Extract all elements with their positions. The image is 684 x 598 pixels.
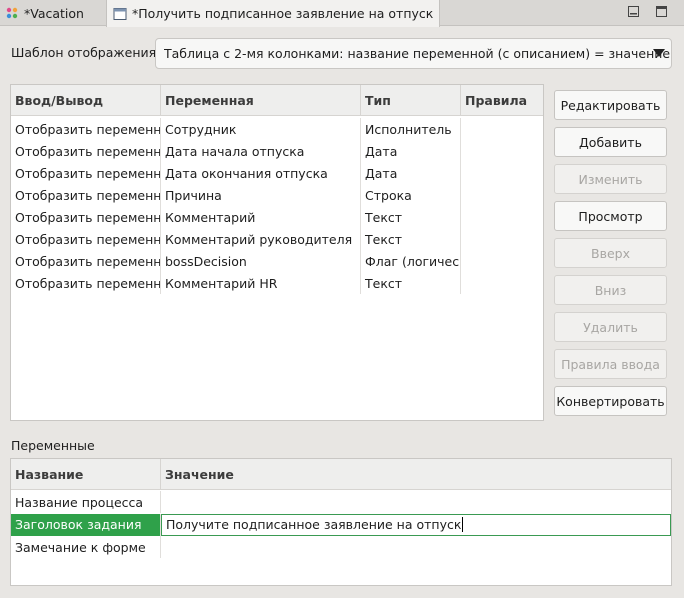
cell-io: Отобразить переменную (11, 118, 161, 140)
table-row[interactable]: Отобразить переменнуюКомментарийТекст (11, 206, 543, 228)
convert-button[interactable]: Конвертировать (554, 386, 667, 416)
move-down-button[interactable]: Вниз (554, 275, 667, 305)
move-up-button[interactable]: Вверх (554, 238, 667, 268)
column-header-io[interactable]: Ввод/Вывод (11, 85, 161, 116)
column-header-value[interactable]: Значение (161, 459, 671, 490)
editor-tab-strip: *Vacation *Получить подписанное заявлени… (0, 0, 684, 27)
cell-variable: Комментарий руководителя (161, 228, 361, 250)
cell-type: Дата (361, 140, 461, 162)
input-rules-button[interactable]: Правила ввода (554, 349, 667, 379)
tab-vacation[interactable]: *Vacation (0, 0, 106, 26)
template-label: Шаблон отображения (11, 45, 157, 60)
maximize-icon[interactable] (655, 5, 668, 18)
cell-io: Отобразить переменную (11, 140, 161, 162)
cell-type: Дата (361, 162, 461, 184)
tab-form-editor[interactable]: *Получить подписанное заявление на отпус… (106, 0, 440, 27)
cell-type: Текст (361, 206, 461, 228)
column-header-rules[interactable]: Правила (461, 85, 543, 116)
delete-button[interactable]: Удалить (554, 312, 667, 342)
preview-button[interactable]: Просмотр (554, 201, 667, 231)
cell-variable: Сотрудник (161, 118, 361, 140)
column-header-name[interactable]: Название (11, 459, 161, 490)
tab-label: *Получить подписанное заявление на отпус… (132, 6, 434, 21)
cell-variable: Причина (161, 184, 361, 206)
cell-name: Название процесса (11, 491, 161, 513)
minimize-icon[interactable] (627, 5, 640, 18)
change-button[interactable]: Изменить (554, 164, 667, 194)
table-header: Ввод/Вывод Переменная Тип Правила (11, 85, 543, 116)
add-button[interactable]: Добавить (554, 127, 667, 157)
cell-variable: Дата начала отпуска (161, 140, 361, 162)
form-variables-table: Ввод/Вывод Переменная Тип Правила Отобра… (10, 84, 544, 421)
tab-label: *Vacation (24, 5, 84, 21)
template-select[interactable]: Таблица с 2-мя колонками: название перем… (155, 38, 672, 69)
cell-io: Отобразить переменную (11, 272, 161, 294)
table-row[interactable]: Отобразить переменнуюДата окончания отпу… (11, 162, 543, 184)
variables-section-label: Переменные (11, 438, 95, 453)
cell-rules (461, 206, 543, 228)
column-header-variable[interactable]: Переменная (161, 85, 361, 116)
chevron-down-icon (653, 49, 665, 57)
table-row[interactable]: Отобразить переменнуюДата начала отпуска… (11, 140, 543, 162)
cell-type: Текст (361, 228, 461, 250)
cell-name: Заголовок задания (11, 513, 161, 536)
table-row[interactable]: Заголовок задания Получите подписанное за… (11, 513, 671, 536)
text-caret (462, 517, 464, 532)
column-header-type[interactable]: Тип (361, 85, 461, 116)
value-text: Получите подписанное заявление на отпуск (166, 517, 462, 532)
table-row[interactable]: Отобразить переменнуюКомментарий руковод… (11, 228, 543, 250)
form-icon (113, 7, 127, 20)
cell-type: Исполнитель (361, 118, 461, 140)
table-header: Название Значение (11, 459, 671, 490)
table-row[interactable]: Отобразить переменнуюКомментарий HRТекст (11, 272, 543, 294)
cell-type: Текст (361, 272, 461, 294)
cell-variable: Комментарий (161, 206, 361, 228)
form-properties-table: Название Значение Название процесса Загол… (10, 458, 672, 586)
cell-rules (461, 228, 543, 250)
cell-name: Замечание к форме (11, 536, 161, 558)
edit-button[interactable]: Редактировать (554, 90, 667, 120)
process-icon (6, 7, 18, 19)
cell-value[interactable] (161, 491, 671, 513)
cell-rules (461, 118, 543, 140)
cell-io: Отобразить переменную (11, 184, 161, 206)
cell-rules (461, 272, 543, 294)
table-row[interactable]: Отобразить переменнуюСотрудникИсполнител… (11, 118, 543, 140)
cell-type: Строка (361, 184, 461, 206)
cell-io: Отобразить переменную (11, 228, 161, 250)
cell-rules (461, 140, 543, 162)
table-row[interactable]: Отобразить переменнуюbossDecisionФлаг (л… (11, 250, 543, 272)
cell-variable: bossDecision (161, 250, 361, 272)
cell-io: Отобразить переменную (11, 250, 161, 272)
template-selected-value: Таблица с 2-мя колонками: название перем… (164, 46, 671, 61)
cell-rules (461, 184, 543, 206)
cell-rules (461, 162, 543, 184)
cell-variable: Комментарий HR (161, 272, 361, 294)
table-row[interactable]: Отобразить переменнуюПричинаСтрока (11, 184, 543, 206)
cell-io: Отобразить переменную (11, 162, 161, 184)
cell-value[interactable] (161, 536, 671, 558)
table-row[interactable]: Замечание к форме (11, 536, 671, 558)
table-row[interactable]: Название процесса (11, 491, 671, 513)
cell-variable: Дата окончания отпуска (161, 162, 361, 184)
cell-rules (461, 250, 543, 272)
cell-io: Отобразить переменную (11, 206, 161, 228)
cell-type: Флаг (логический) (361, 250, 461, 272)
value-edit-field[interactable]: Получите подписанное заявление на отпуск (161, 513, 671, 536)
